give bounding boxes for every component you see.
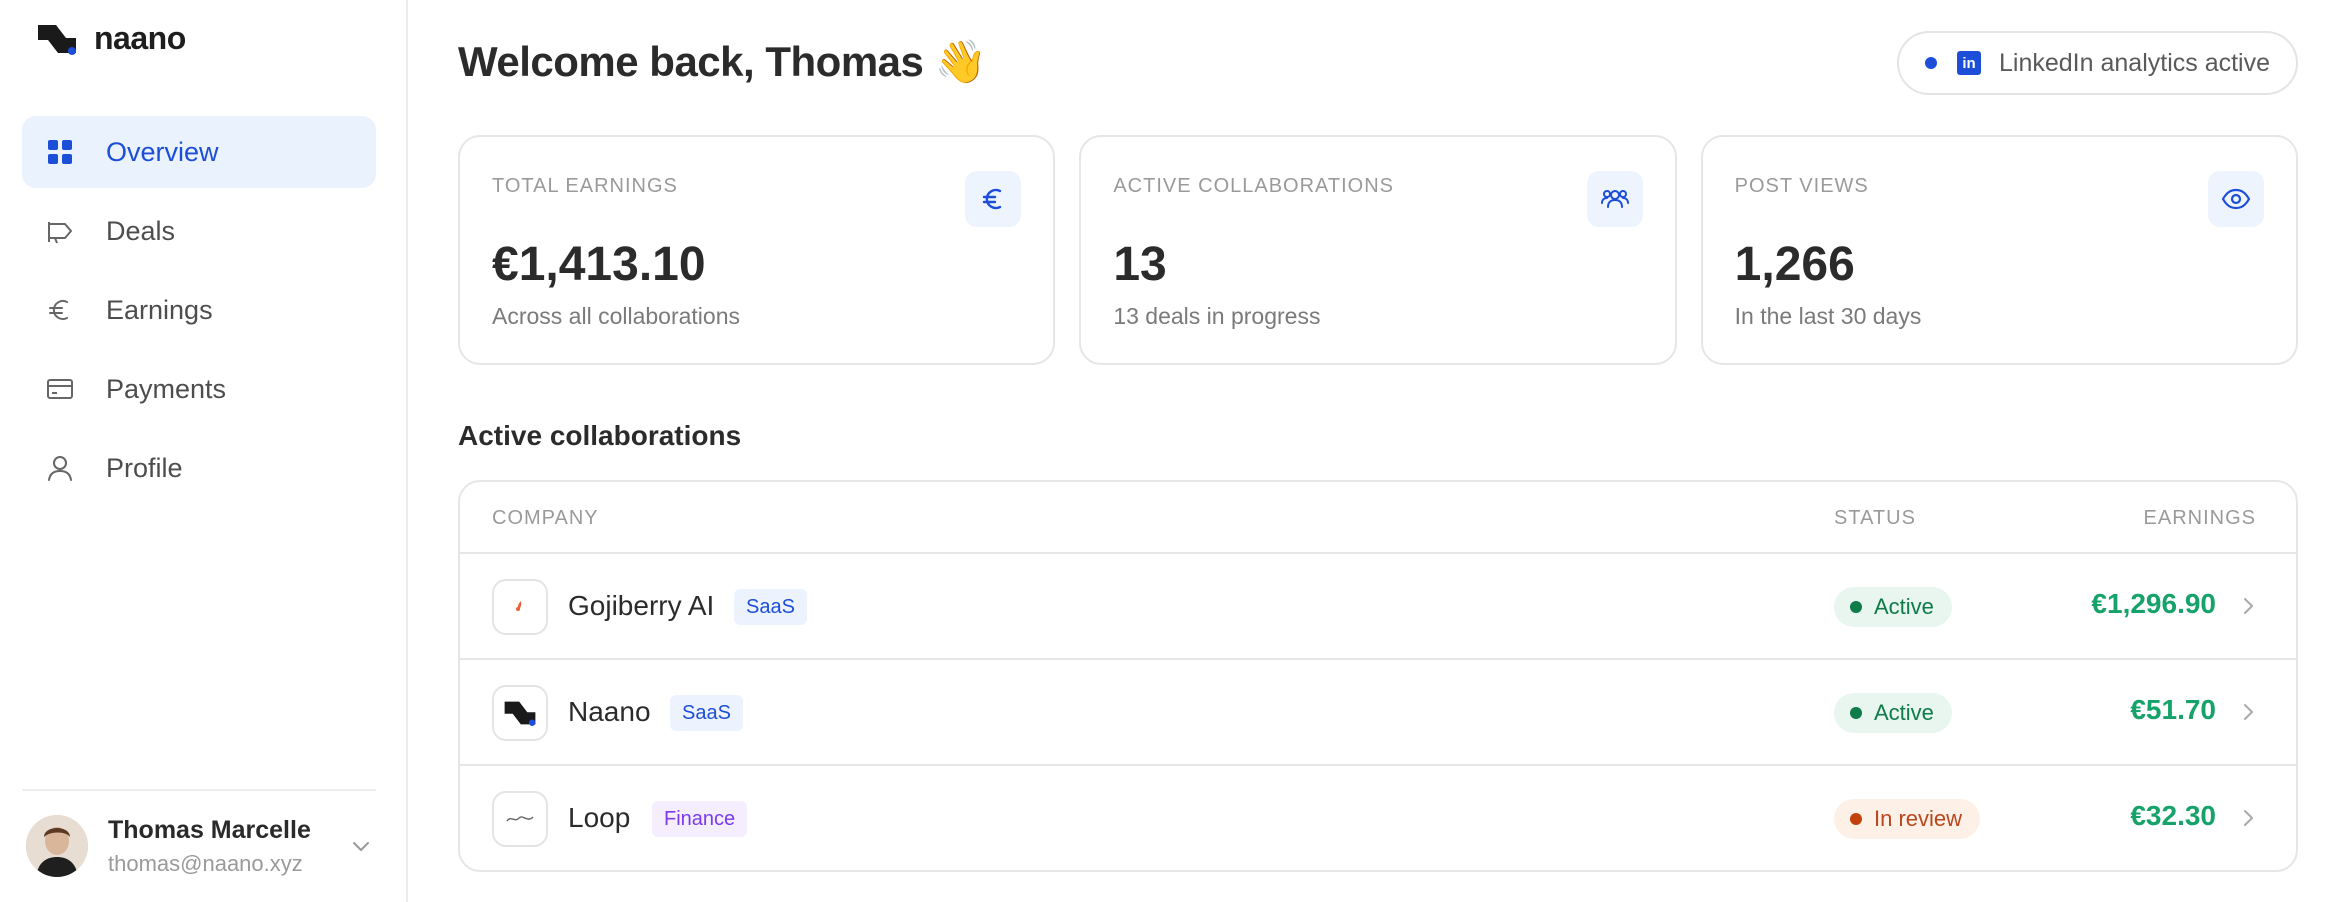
table-row[interactable]: Gojiberry AI SaaS Active €1,296.90 — [460, 554, 2296, 660]
sidebar: naano Overview Deals Earnings Payments P… — [0, 0, 408, 902]
sidebar-nav: Overview Deals Earnings Payments Profile — [22, 116, 376, 511]
status-dot — [1850, 601, 1862, 613]
status-label: Active — [1874, 700, 1934, 725]
section-title: Active collaborations — [458, 420, 742, 451]
naano-logo-icon — [38, 24, 76, 55]
status-dot — [1850, 707, 1862, 719]
stat-title: TOTAL EARNINGS — [492, 175, 678, 197]
linkedin-icon: in — [1957, 51, 1982, 75]
stat-value: 1,266 — [1734, 238, 1855, 291]
status-dot — [1850, 813, 1862, 825]
credit-card-icon — [44, 373, 76, 405]
chevron-down-icon — [353, 842, 369, 851]
sidebar-item-label: Earnings — [106, 294, 213, 325]
column-header-company: COMPANY — [492, 507, 599, 529]
user-email: thomas@naano.xyz — [108, 850, 303, 876]
category-tag: SaaS — [670, 695, 743, 731]
main-content: Welcome back, Thomas 👋 in LinkedIn analy… — [408, 0, 2328, 902]
grid-icon — [44, 136, 76, 168]
sidebar-item-overview[interactable]: Overview — [22, 116, 376, 188]
megaphone-icon — [44, 215, 76, 247]
avatar — [26, 815, 88, 877]
chevron-right-icon — [2244, 704, 2253, 720]
stat-card-post-views: POST VIEWS 1,266 In the last 30 days — [1700, 135, 2298, 365]
company-name: Gojiberry AI — [568, 590, 715, 621]
sidebar-item-profile[interactable]: Profile — [22, 432, 376, 504]
stat-title: ACTIVE COLLABORATIONS — [1113, 175, 1395, 197]
category-tag: SaaS — [734, 589, 807, 625]
status-badge: In review — [1834, 799, 1981, 839]
earnings-value: €1,296.90 — [2091, 588, 2216, 619]
euro-icon — [965, 171, 1022, 227]
category-tag: Finance — [652, 801, 748, 837]
linkedin-status-badge[interactable]: in LinkedIn analytics active — [1897, 31, 2298, 95]
sidebar-item-label: Profile — [106, 452, 183, 483]
earnings-value: €32.30 — [2130, 800, 2216, 831]
user-menu[interactable]: Thomas Marcelle thomas@naano.xyz — [22, 806, 376, 886]
earnings-value: €51.70 — [2130, 694, 2216, 725]
sidebar-item-deals[interactable]: Deals — [22, 195, 376, 267]
eye-icon — [2207, 171, 2264, 227]
euro-icon — [44, 294, 76, 326]
stat-value: €1,413.10 — [492, 238, 706, 291]
stat-subtitle: Across all collaborations — [492, 303, 741, 329]
sidebar-divider — [22, 789, 376, 791]
stat-title: POST VIEWS — [1734, 175, 1869, 197]
column-header-status: STATUS — [1834, 507, 1916, 529]
stat-value: 13 — [1113, 238, 1167, 291]
status-dot — [1925, 57, 1938, 69]
stat-subtitle: 13 deals in progress — [1113, 303, 1321, 329]
sidebar-item-label: Overview — [106, 136, 219, 167]
company-logo — [492, 579, 548, 635]
company-logo — [492, 685, 548, 741]
linkedin-status-label: LinkedIn analytics active — [1999, 48, 2270, 77]
chevron-right-icon — [2244, 810, 2253, 826]
sidebar-item-label: Deals — [106, 215, 176, 246]
brand-name: naano — [94, 20, 186, 56]
table-row[interactable]: Loop Finance In review €32.30 — [460, 766, 2296, 870]
sidebar-item-earnings[interactable]: Earnings — [22, 274, 376, 346]
sidebar-item-label: Payments — [106, 373, 227, 404]
brand[interactable]: naano — [36, 20, 186, 57]
chevron-right-icon — [2244, 598, 2253, 614]
company-name: Loop — [568, 802, 631, 833]
users-icon — [1586, 171, 1643, 227]
stat-card-earnings: TOTAL EARNINGS €1,413.10 Across all coll… — [458, 135, 1056, 365]
status-badge: Active — [1834, 693, 1952, 733]
user-icon — [44, 452, 76, 484]
table-header: COMPANY STATUS EARNINGS — [460, 482, 2296, 554]
status-badge: Active — [1834, 587, 1952, 627]
company-name: Naano — [568, 696, 651, 727]
stats-cards: TOTAL EARNINGS €1,413.10 Across all coll… — [458, 135, 2298, 365]
column-header-earnings: EARNINGS — [2143, 507, 2256, 529]
user-name: Thomas Marcelle — [108, 815, 311, 844]
company-logo — [492, 791, 548, 847]
collaborations-table: COMPANY STATUS EARNINGS Gojiberry AI Saa… — [458, 480, 2298, 872]
page-title: Welcome back, Thomas 👋 — [458, 38, 987, 85]
stat-subtitle: In the last 30 days — [1734, 303, 1922, 329]
sidebar-item-payments[interactable]: Payments — [22, 353, 376, 425]
status-label: Active — [1874, 594, 1934, 619]
stat-card-collaborations: ACTIVE COLLABORATIONS 13 13 deals in pro… — [1079, 135, 1677, 365]
status-label: In review — [1874, 806, 1963, 831]
table-row[interactable]: Naano SaaS Active €51.70 — [460, 660, 2296, 766]
